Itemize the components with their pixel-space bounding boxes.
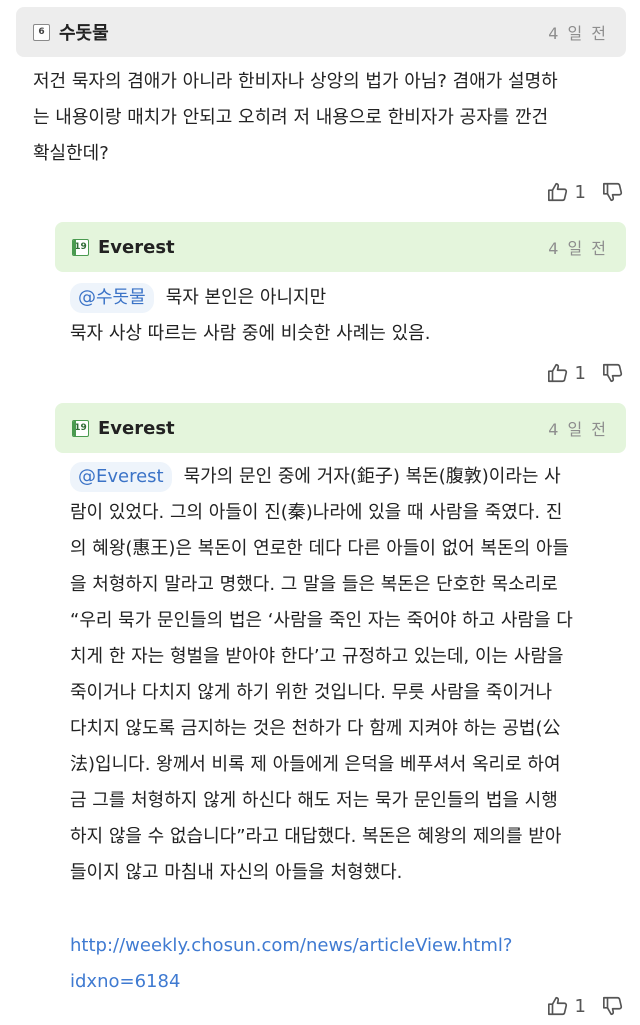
thumbs-up-icon[interactable] [547, 995, 569, 1017]
like-count: 1 [574, 362, 586, 384]
comment-line: 法)입니다. 왕께서 비록 제 아들에게 은덕을 베푸셔서 옥리로 하여 [70, 754, 561, 775]
comment-body: 저건 묵자의 겸애가 아니라 한비자나 상앙의 법가 아님? 겸애가 설명하 는… [33, 64, 633, 172]
comment-line: @Everest 묵가의 문인 중에 거자(鉅子) 복돈(腹敦)이라는 사 [70, 459, 630, 495]
reply-body: @Everest 묵가의 문인 중에 거자(鉅子) 복돈(腹敦)이라는 사 람이 … [70, 459, 630, 1000]
comment-line: 는 내용이랑 매치가 안되고 오히려 저 내용으로 한비자가 공자를 깐건 [33, 107, 549, 128]
thumbs-down-icon[interactable] [602, 181, 624, 203]
user-level-badge: 19 [72, 419, 89, 437]
comment-line: 묵자 사상 따르는 사람 중에 비슷한 사례는 있음. [70, 323, 431, 344]
timestamp: 4 일 전 [548, 239, 608, 258]
user-level-badge: 6 [33, 23, 50, 41]
comment-line: 의 혜왕(惠王)은 복돈이 연로한 데다 다른 아들이 없어 복돈의 아들 [70, 538, 569, 559]
article-link[interactable]: http://weekly.chosun.com/news/articleVie… [70, 928, 630, 964]
timestamp: 4 일 전 [548, 24, 608, 43]
comment-line: “우리 묵가 문인들의 법은 ‘사람을 죽인 자는 죽어야 하고 사람을 다 [70, 610, 573, 631]
comment-line: 하지 않을 수 없습니다”라고 대답했다. 복돈은 혜왕의 제의를 받아 [70, 826, 562, 847]
vote-bar: 1 [547, 178, 624, 206]
comment-line: 을 처형하지 말라고 명했다. 그 말을 들은 복돈은 단호한 목소리로 [70, 574, 558, 595]
thumbs-down-icon[interactable] [602, 362, 624, 384]
like-count: 1 [574, 995, 586, 1017]
comment-text: 묵가의 문인 중에 거자(鉅子) 복돈(腹敦)이라는 사 [183, 466, 561, 487]
username[interactable]: 수돗물 [59, 19, 109, 45]
comment-line: 들이지 않고 마침내 자신의 아들을 처형했다. [70, 862, 403, 883]
comment-header: 6 수돗물 4 일 전 [16, 7, 626, 57]
comment-text: 묵자 본인은 아니지만 [165, 287, 327, 308]
username[interactable]: Everest [98, 237, 175, 258]
reply-header: 19 Everest 4 일 전 [55, 403, 626, 453]
mention-tag[interactable]: @Everest [70, 462, 172, 492]
comment-line: 저건 묵자의 겸애가 아니라 한비자나 상앙의 법가 아님? 겸애가 설명하 [33, 71, 558, 92]
reply-body: @수돗물 묵자 본인은 아니지만 묵자 사상 따르는 사람 중에 비슷한 사례는 … [70, 280, 630, 352]
username[interactable]: Everest [98, 418, 175, 439]
comment-line: 확실한데? [33, 143, 109, 164]
vote-bar: 1 [547, 359, 624, 387]
comment-line: 치게 한 자는 형벌을 받아야 한다’고 규정하고 있는데, 이는 사람을 [70, 646, 564, 667]
comment-line: 금 그를 처형하지 않게 하신다 해도 저는 묵가 문인들의 법을 시행 [70, 790, 558, 811]
mention-tag[interactable]: @수돗물 [70, 283, 154, 313]
timestamp: 4 일 전 [548, 420, 608, 439]
comment-line: 람이 있었다. 그의 아들이 진(秦)나라에 있을 때 사람을 죽였다. 진 [70, 502, 563, 523]
thumbs-up-icon[interactable] [547, 362, 569, 384]
like-count: 1 [574, 181, 586, 203]
vote-bar: 1 [547, 992, 624, 1020]
reply-header: 19 Everest 4 일 전 [55, 222, 626, 272]
comment-line: 다치지 않도록 금지하는 것은 천하가 다 함께 지켜야 하는 공법(公 [70, 718, 561, 739]
thumbs-down-icon[interactable] [602, 995, 624, 1017]
comment-line: @수돗물 묵자 본인은 아니지만 [70, 280, 630, 316]
thumbs-up-icon[interactable] [547, 181, 569, 203]
user-level-badge: 19 [72, 238, 89, 256]
comment-line: 죽이거나 다치지 않게 하기 위한 것입니다. 무릇 사람을 죽이거나 [70, 682, 553, 703]
